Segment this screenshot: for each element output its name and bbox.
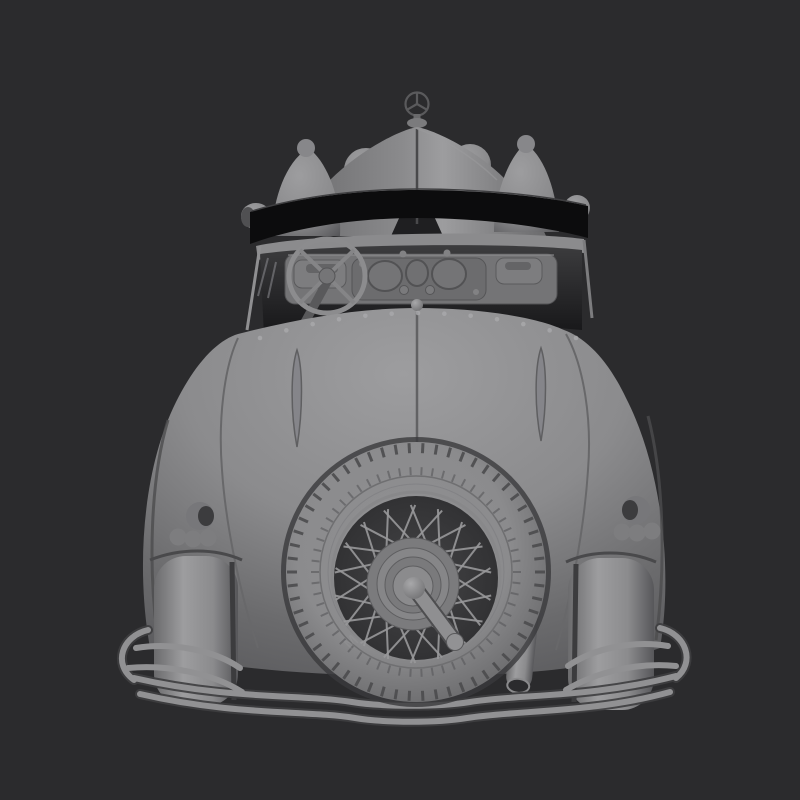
gauge-right: [432, 259, 466, 289]
car-render: MICHELIN: [0, 0, 800, 800]
spare-wheel: MICHELIN: [284, 440, 548, 704]
gauge-left: [368, 261, 402, 291]
hub-center-ball: [403, 577, 425, 599]
gauge-center: [406, 260, 428, 286]
glovebox-right: [496, 258, 542, 284]
deck-center-knob: [411, 299, 423, 311]
render-viewport[interactable]: MICHELIN: [0, 0, 800, 800]
